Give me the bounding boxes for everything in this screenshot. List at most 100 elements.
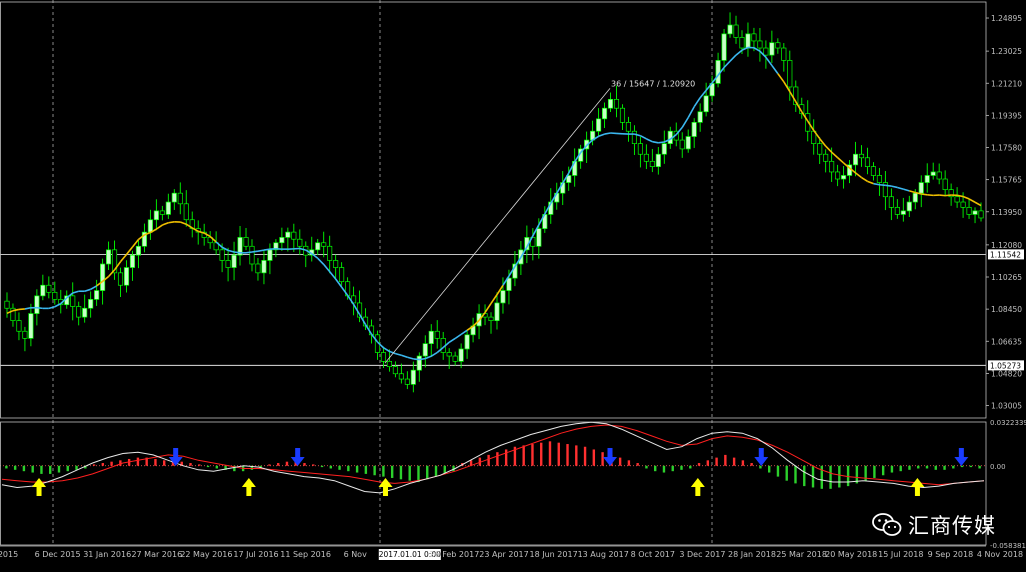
moving-average-segment [873,184,879,185]
moving-average-segment [730,55,736,61]
bull-candle [704,96,708,112]
x-tick-label: 6 Dec 2015 [35,550,81,559]
bear-candle [53,292,57,299]
bear-candle [381,353,385,362]
trendline[interactable] [385,88,610,363]
bull-candle [130,255,134,267]
moving-average-segment [162,223,168,225]
y-tick-label: 1.24895 [991,14,1022,23]
moving-average-segment [455,334,461,338]
bull-candle [41,285,45,296]
bear-candle [184,204,188,220]
moving-average-segment [49,307,55,309]
moving-average-segment [957,195,963,196]
moving-average-segment [419,359,425,360]
moving-average-segment [132,239,138,246]
bear-candle [817,144,821,155]
bear-candle [835,172,839,179]
bull-candle [29,314,33,339]
moving-average-segment [318,258,324,264]
moving-average-segment [945,195,951,196]
bear-candle [399,374,403,379]
bull-candle [286,232,290,237]
bull-candle [656,154,660,166]
bull-candle [537,229,541,247]
bear-candle [620,108,624,122]
x-tick-label: 4 Nov 2018 [977,550,1023,559]
moving-average-segment [425,356,431,358]
moving-average-segment [449,338,455,342]
bull-candle [931,172,935,176]
forex-chart[interactable]: 36 / 15647 / 1.20920 20156 Dec 201531 Ja… [0,0,1026,568]
sell-arrow [603,448,617,466]
moving-average-segment [330,272,336,279]
bear-candle [333,260,337,267]
x-tick-label: 28 Jan 2018 [728,550,776,559]
bear-candle [71,296,75,307]
y-tick-label: 1.10265 [991,273,1022,282]
bull-candle [262,260,266,272]
y-tick-label: 1.15765 [991,176,1022,185]
bull-candle [106,250,110,264]
bull-candle [124,268,128,286]
moving-average-segment [73,291,79,293]
moving-average-segment [395,354,401,356]
wechat-icon [872,512,902,538]
moving-average-segment [766,57,772,65]
moving-average-segment [867,181,873,183]
moving-average-segment [491,295,497,304]
moving-average-segment [407,357,413,359]
bull-candle [136,246,140,255]
moving-average-segment [975,202,981,205]
bull-candle [495,303,499,321]
sell-arrow [954,448,968,466]
bull-candle [82,308,86,317]
moving-average-segment [605,133,611,134]
bear-candle [321,243,325,247]
bear-candle [220,250,224,261]
watermark: 汇商传媒 [872,510,996,540]
bear-candle [937,172,941,179]
bull-candle [154,211,158,220]
moving-average-segment [969,199,975,202]
y-tick-label: 1.08450 [991,305,1022,314]
bull-candle [853,154,857,165]
moving-average-segment [927,195,933,196]
bear-candle [226,260,230,267]
bull-candle [411,370,415,384]
bull-candle [602,108,606,119]
bear-candle [47,285,51,292]
moving-average-segment [778,74,784,82]
bear-candle [650,161,654,166]
moving-average-segment [25,308,31,309]
osc-y-tick-label: 0.0322339 [990,419,1026,427]
y-tick-label: 1.12080 [991,241,1022,250]
moving-average-segment [37,308,43,309]
bear-candle [160,211,164,215]
bear-candle [680,140,684,149]
y-tick-label: 1.13950 [991,208,1022,217]
chart-canvas[interactable]: 36 / 15647 / 1.20920 20156 Dec 201531 Ja… [0,0,1026,568]
bear-candle [118,273,122,285]
bear-candle [889,197,893,208]
moving-average-segment [885,185,891,186]
moving-average-segment [228,250,234,252]
moving-average-segment [903,189,909,191]
bull-candle [501,291,505,303]
bear-candle [339,268,343,282]
moving-average-segment [246,252,252,253]
moving-average-segment [180,222,186,224]
moving-average-segment [91,286,97,289]
x-tick-label: 2015 [0,550,18,559]
bear-candle [405,379,409,384]
bull-candle [716,60,720,83]
moving-average-segment [921,194,927,195]
bear-candle [298,239,302,246]
moving-average-segment [324,264,330,271]
bear-candle [178,193,182,204]
buy-arrow [379,478,393,496]
moving-average-segment [724,61,730,67]
bear-candle [327,246,331,260]
sell-arrow [754,448,768,466]
moving-average-segment [85,289,91,291]
